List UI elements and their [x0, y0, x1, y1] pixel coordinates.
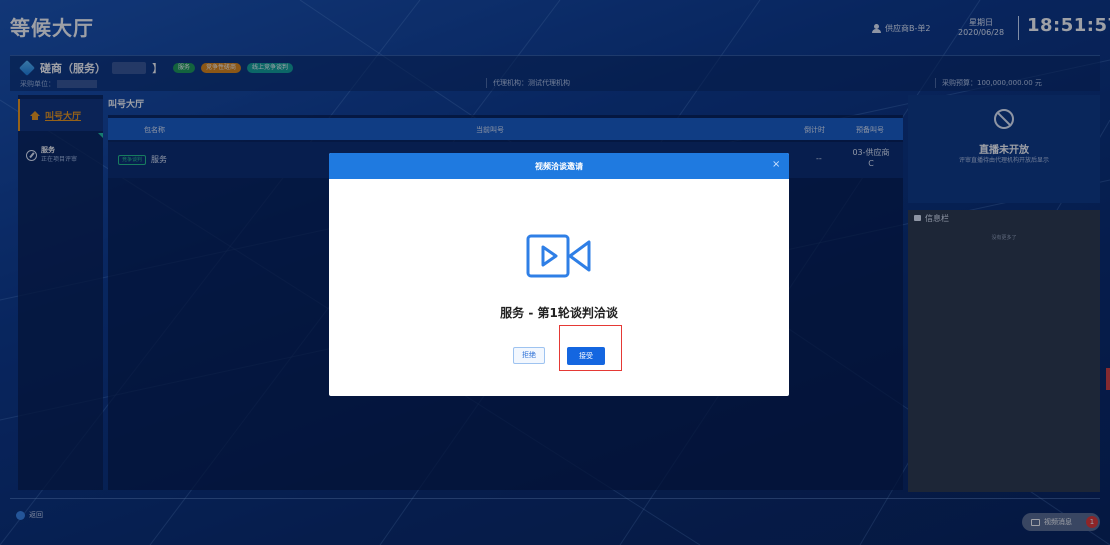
highlight-annotation — [559, 325, 622, 371]
video-invite-dialog: 视频洽谈邀请 × 服务 - 第1轮谈判洽谈 拒绝 接受 — [329, 153, 789, 396]
close-icon[interactable]: × — [772, 159, 780, 170]
dialog-message: 服务 - 第1轮谈判洽谈 — [500, 306, 618, 320]
video-camera-icon — [526, 234, 591, 278]
reject-button[interactable]: 拒绝 — [513, 347, 545, 364]
dialog-header: 视频洽谈邀请 × — [329, 153, 789, 179]
dialog-title: 视频洽谈邀请 — [535, 162, 583, 171]
